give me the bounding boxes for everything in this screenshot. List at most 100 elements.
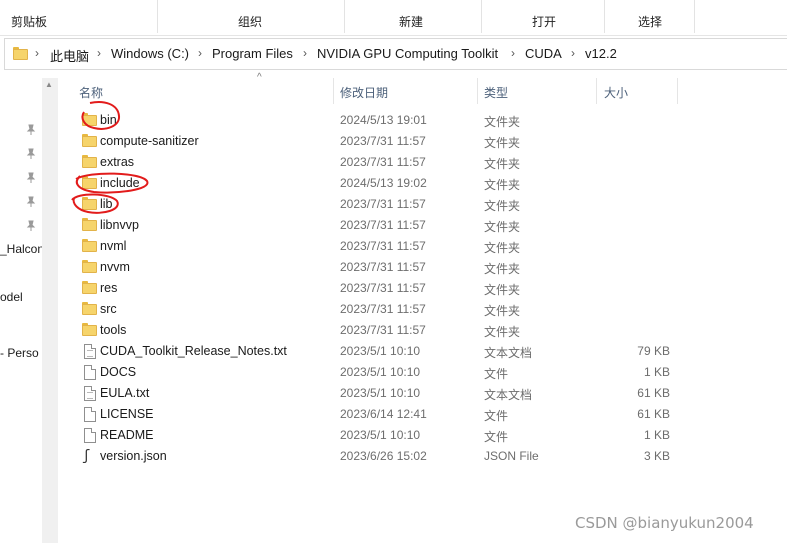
file-size: 61 KB — [637, 407, 670, 421]
ribbon-divider — [481, 0, 482, 33]
file-name: nvml — [100, 239, 127, 253]
file-date: 2023/7/31 11:57 — [340, 260, 426, 274]
breadcrumb-this-pc[interactable]: 此电脑 — [50, 46, 89, 65]
json-file-icon: ʃ — [82, 448, 91, 464]
file-date: 2023/7/31 11:57 — [340, 197, 426, 211]
file-size: 1 KB — [643, 428, 670, 442]
file-name: nvvm — [100, 260, 130, 274]
file-row[interactable]: nvml 2023/7/31 11:57 文件夹 — [58, 236, 787, 257]
file-row[interactable]: src 2023/7/31 11:57 文件夹 — [58, 299, 787, 320]
file-date: 2023/5/1 10:10 — [340, 386, 421, 400]
file-icon — [82, 407, 97, 422]
file-name: DOCS — [100, 365, 137, 379]
ribbon-group-new[interactable]: 新建 — [399, 13, 423, 30]
file-date: 2023/7/31 11:57 — [340, 239, 426, 253]
file-row[interactable]: nvvm 2023/7/31 11:57 文件夹 — [58, 257, 787, 278]
column-type[interactable]: 类型 — [484, 84, 508, 101]
column-date-modified[interactable]: 修改日期 — [340, 84, 388, 101]
chevron-right-icon[interactable]: › — [571, 46, 575, 60]
folder-icon — [13, 47, 28, 60]
file-date: 2023/6/14 12:41 — [340, 407, 427, 421]
file-row[interactable]: ʃ version.json 2023/6/26 15:02 JSON File… — [58, 446, 787, 467]
file-row[interactable]: tools 2023/7/31 11:57 文件夹 — [58, 320, 787, 341]
pin-icon[interactable] — [26, 124, 36, 136]
nav-scrollbar[interactable] — [42, 78, 58, 543]
file-icon — [82, 365, 97, 380]
chevron-right-icon[interactable]: › — [511, 46, 515, 60]
folder-icon — [82, 218, 97, 233]
column-name[interactable]: 名称 — [79, 84, 103, 101]
nav-item-halcon[interactable]: _Halcon — [0, 242, 44, 256]
file-type: 文本文档 — [484, 388, 533, 402]
pin-icon[interactable] — [26, 172, 36, 184]
column-size[interactable]: 大小 — [604, 84, 628, 101]
folder-icon — [82, 323, 97, 338]
file-type: 文件夹 — [484, 220, 521, 234]
text-file-icon — [82, 386, 97, 401]
chevron-right-icon[interactable]: › — [198, 46, 202, 60]
nav-item-model[interactable]: odel — [0, 290, 23, 304]
file-name: README — [100, 428, 154, 442]
scroll-up-icon[interactable]: ▲ — [45, 80, 53, 89]
file-row[interactable]: lib 2023/7/31 11:57 文件夹 — [58, 194, 787, 215]
file-date: 2024/5/13 19:02 — [340, 176, 427, 190]
pin-icon[interactable] — [26, 220, 36, 232]
file-type: 文件夹 — [484, 115, 521, 129]
file-row[interactable]: LICENSE 2023/6/14 12:41 文件 61 KB — [58, 404, 787, 425]
breadcrumb-v12-2[interactable]: v12.2 — [585, 46, 617, 61]
file-date: 2023/7/31 11:57 — [340, 323, 426, 337]
sort-ascending-icon: ^ — [257, 72, 262, 83]
address-bar[interactable]: › 此电脑 › Windows (C:) › Program Files › N… — [4, 38, 787, 70]
chevron-right-icon[interactable]: › — [97, 46, 101, 60]
ribbon-group-organize[interactable]: 组织 — [238, 13, 262, 30]
file-name: libnvvp — [100, 218, 139, 232]
breadcrumb-windows-c[interactable]: Windows (C:) — [111, 46, 189, 61]
file-row[interactable]: DOCS 2023/5/1 10:10 文件 1 KB — [58, 362, 787, 383]
breadcrumb-program-files[interactable]: Program Files — [212, 46, 293, 61]
file-row[interactable]: compute-sanitizer 2023/7/31 11:57 文件夹 — [58, 131, 787, 152]
file-row[interactable]: res 2023/7/31 11:57 文件夹 — [58, 278, 787, 299]
file-type: JSON File — [484, 449, 539, 463]
file-name: version.json — [100, 449, 167, 463]
column-divider[interactable] — [596, 78, 597, 104]
file-row[interactable]: extras 2023/7/31 11:57 文件夹 — [58, 152, 787, 173]
file-row[interactable]: CUDA_Toolkit_Release_Notes.txt 2023/5/1 … — [58, 341, 787, 362]
ribbon-group-select[interactable]: 选择 — [638, 13, 662, 30]
file-row[interactable]: libnvvp 2023/7/31 11:57 文件夹 — [58, 215, 787, 236]
breadcrumb-nvidia-toolkit[interactable]: NVIDIA GPU Computing Toolkit — [317, 46, 498, 61]
ribbon-divider — [157, 0, 158, 33]
column-divider[interactable] — [477, 78, 478, 104]
file-type: 文件夹 — [484, 157, 521, 171]
column-header: ^ 名称 修改日期 类型 大小 — [58, 72, 787, 106]
chevron-right-icon[interactable]: › — [35, 46, 39, 60]
file-size: 3 KB — [643, 449, 670, 463]
ribbon-group-open[interactable]: 打开 — [532, 13, 556, 30]
pin-icon[interactable] — [26, 196, 36, 208]
nav-item-personal[interactable]: - Perso — [0, 346, 39, 360]
file-row[interactable]: EULA.txt 2023/5/1 10:10 文本文档 61 KB — [58, 383, 787, 404]
ribbon-divider — [604, 0, 605, 33]
file-type: 文件夹 — [484, 262, 521, 276]
file-row[interactable]: include 2024/5/13 19:02 文件夹 — [58, 173, 787, 194]
pin-icon[interactable] — [26, 148, 36, 160]
file-row[interactable]: bin 2024/5/13 19:01 文件夹 — [58, 110, 787, 131]
file-row[interactable]: README 2023/5/1 10:10 文件 1 KB — [58, 425, 787, 446]
file-type: 文件夹 — [484, 283, 521, 297]
file-name: src — [100, 302, 117, 316]
file-name: res — [100, 281, 118, 295]
file-date: 2023/7/31 11:57 — [340, 302, 426, 316]
watermark: CSDN @bianyukun2004 — [575, 514, 754, 532]
breadcrumb-cuda[interactable]: CUDA — [525, 46, 562, 61]
folder-icon — [82, 197, 97, 212]
file-type: 文件 — [484, 409, 509, 423]
file-type: 文件 — [484, 367, 509, 381]
column-divider[interactable] — [677, 78, 678, 104]
folder-icon — [82, 113, 97, 128]
ribbon-divider — [344, 0, 345, 33]
file-type: 文件夹 — [484, 304, 521, 318]
ribbon-group-clipboard[interactable]: 剪贴板 — [11, 13, 47, 30]
column-divider[interactable] — [333, 78, 334, 104]
chevron-right-icon[interactable]: › — [303, 46, 307, 60]
file-size: 1 KB — [643, 365, 670, 379]
file-type: 文件夹 — [484, 241, 521, 255]
